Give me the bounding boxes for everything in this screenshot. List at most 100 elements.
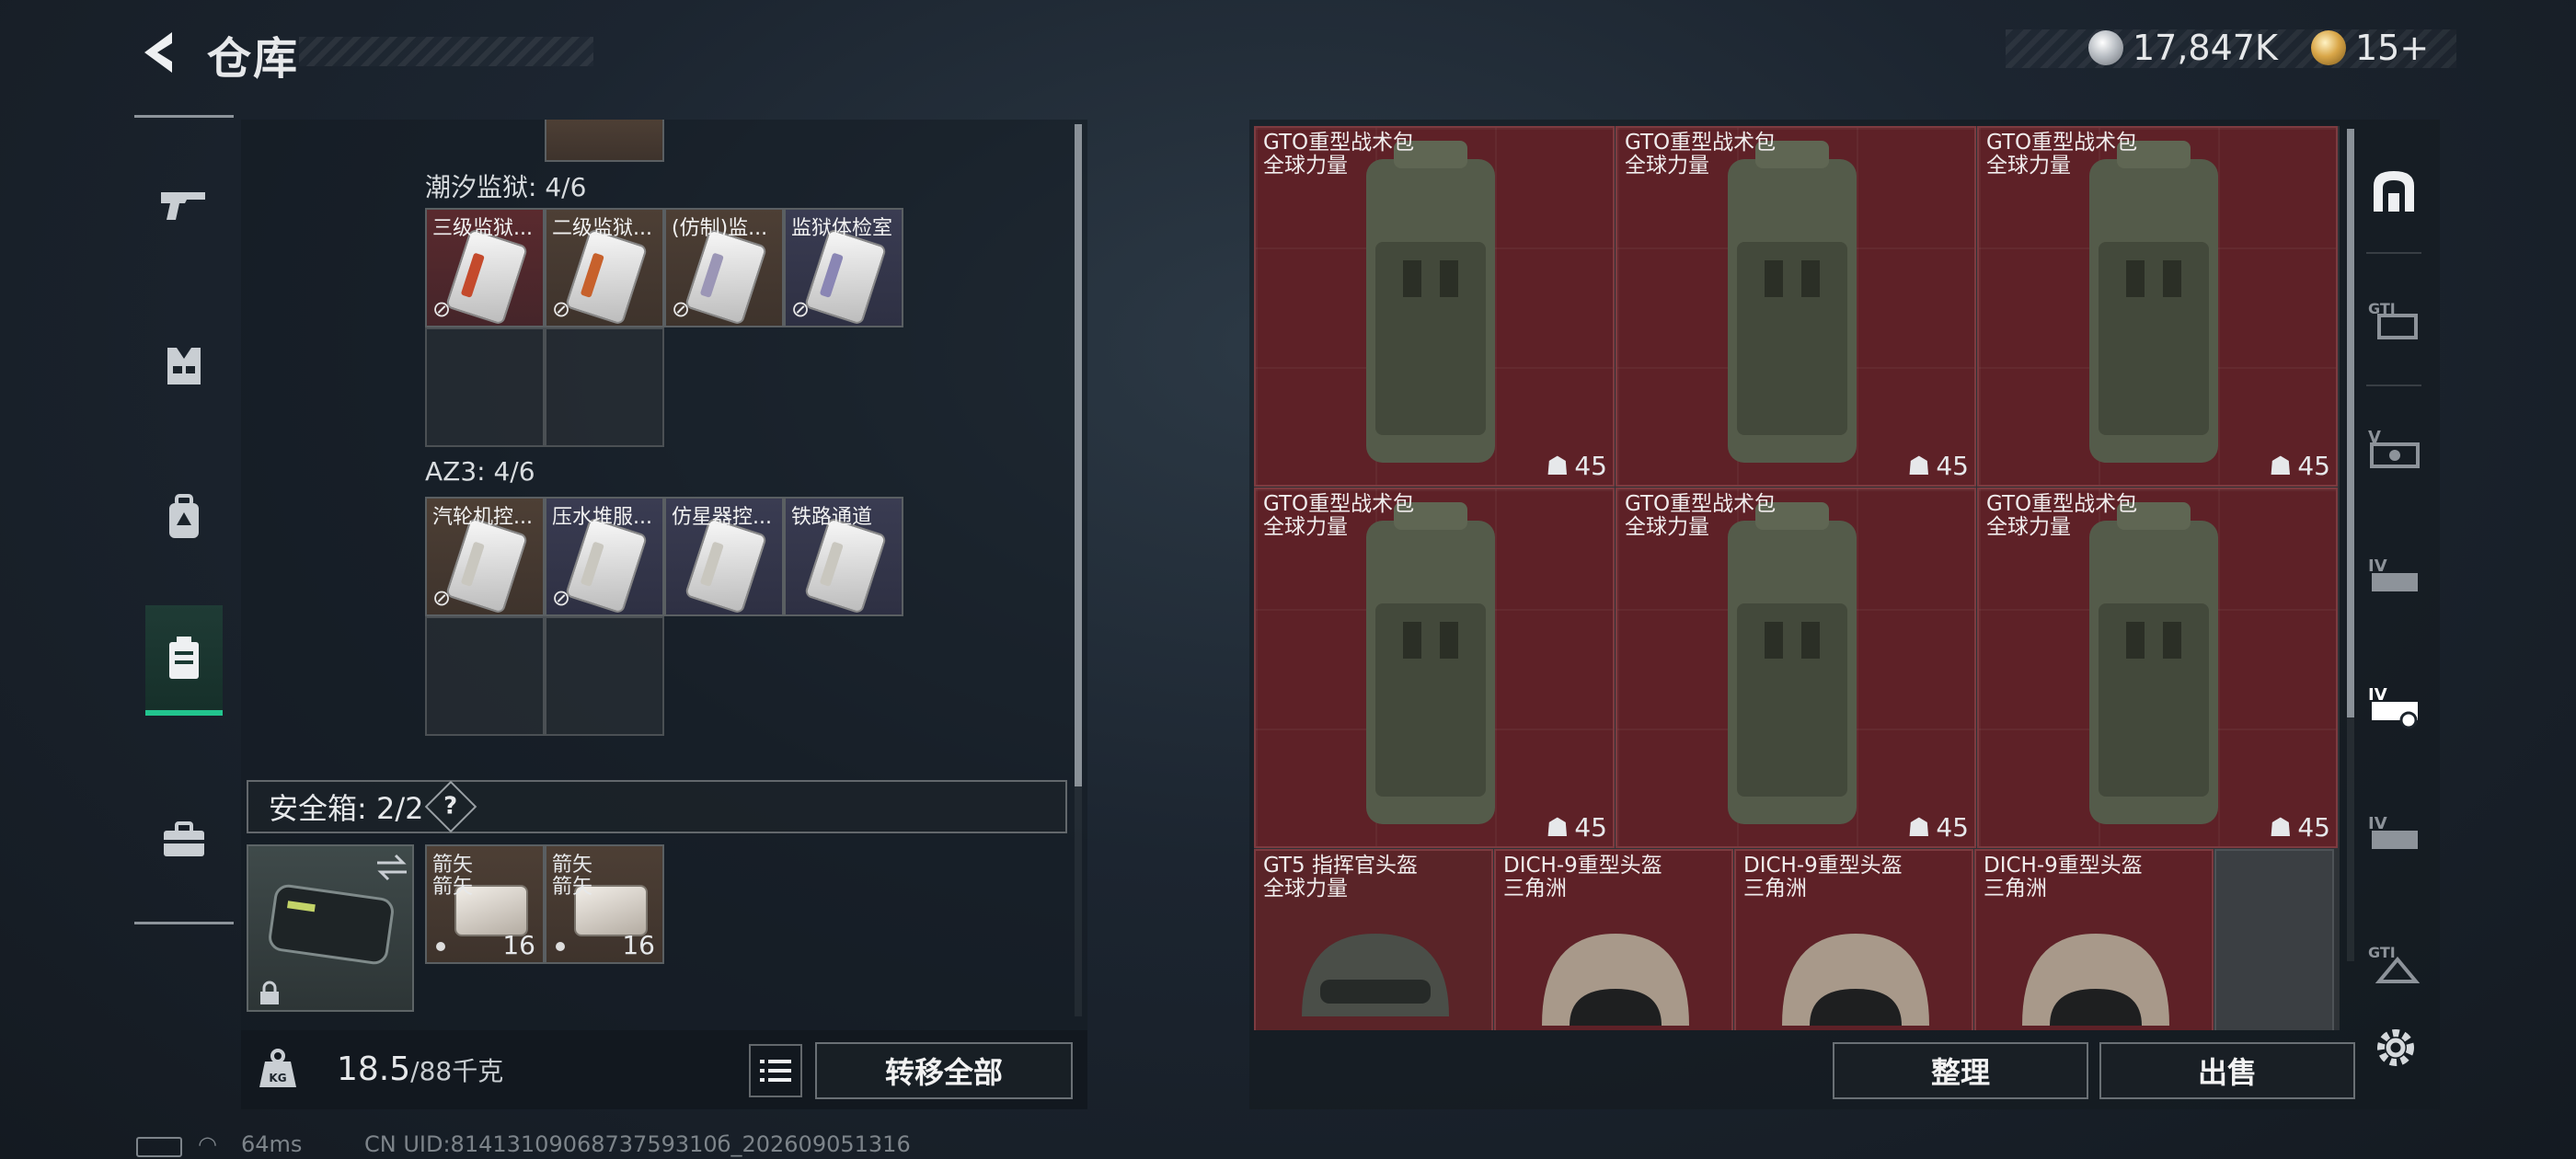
helmet-image — [1782, 934, 1929, 1026]
item-name: GT5 指挥官头盔 全球力量 — [1263, 854, 1418, 901]
safe-box-container[interactable] — [247, 844, 414, 1012]
keycard-image — [444, 517, 529, 614]
sell-button[interactable]: 出售 — [2099, 1042, 2355, 1099]
filter-iv-active[interactable]: IV — [2357, 651, 2431, 762]
inventory-scroll-thumb[interactable] — [2347, 129, 2354, 717]
divider — [2366, 252, 2421, 254]
svg-text:KG: KG — [269, 1072, 286, 1084]
keycard-case-icon — [169, 637, 199, 679]
durability: ☗ 45 — [1546, 812, 1607, 843]
keycard-group-1: 三级监狱... ⊘ 二级监狱... ⊘ (仿制)监... ⊘ 监狱体检室 ⊘ — [425, 208, 913, 451]
keycard-item[interactable]: 压水堆服... ⊘ — [545, 497, 664, 616]
gun-icon — [161, 192, 205, 220]
storage-scroll-thumb[interactable] — [1075, 124, 1082, 786]
list-icon — [760, 1060, 791, 1082]
weight-max: /88千克 — [410, 1056, 504, 1086]
back-button[interactable] — [129, 20, 193, 85]
durability: ☗ 45 — [2269, 451, 2330, 481]
filter-iv[interactable]: IV — [2357, 522, 2431, 633]
iv-tier-active-icon: IV — [2368, 685, 2418, 729]
helmet-image — [2022, 934, 2169, 1026]
ammo-item[interactable]: 箭矢 箭矢 16 — [545, 844, 664, 964]
durability: ☗ 45 — [1907, 451, 1969, 481]
helmet-item[interactable]: GT5 指挥官头盔 全球力量 — [1254, 849, 1493, 1030]
gold-coin-icon — [2311, 30, 2346, 65]
backpack-item[interactable]: GTO重型战术包 全球力量 ☗ 45 — [1977, 488, 2338, 848]
weight-current: 18.5 — [337, 1050, 411, 1088]
ammo-item[interactable]: 箭矢 箭矢 16 — [425, 844, 545, 964]
backpack-item[interactable]: GTO重型战术包 全球力量 ☗ 45 — [1254, 126, 1615, 487]
backpack-image — [2089, 141, 2218, 463]
currency-main: 17,847K — [2088, 28, 2278, 68]
svg-text:IV: IV — [2368, 814, 2387, 833]
filter-gti[interactable]: GTI — [2357, 265, 2431, 375]
no-bind-icon: ⊘ — [432, 296, 452, 322]
keycard-item[interactable]: 监狱体检室 ⊘ — [784, 208, 903, 327]
empty-slot[interactable] — [425, 327, 545, 447]
swap-icon[interactable] — [374, 852, 410, 883]
group-label: AZ3: 4/6 — [425, 456, 535, 487]
filter-v[interactable]: V — [2357, 394, 2431, 504]
currency-secondary-value: 15+ — [2355, 28, 2430, 68]
empty-slot[interactable] — [2214, 849, 2334, 1030]
gti-tier-icon: GTI — [2368, 300, 2418, 339]
gti-tier-icon-2: GTI — [2368, 944, 2421, 983]
keycard-item[interactable]: 汽轮机控... ⊘ — [425, 497, 545, 616]
keycard-image — [684, 228, 768, 326]
backpack-item[interactable]: GTO重型战术包 全球力量 ☗ 45 — [1977, 126, 2338, 487]
keycard-item[interactable]: 铁路通道 — [784, 497, 903, 616]
backpack-item[interactable]: GTO重型战术包 全球力量 ☗ 45 — [1616, 488, 1976, 848]
keycard-image — [444, 228, 529, 326]
keycard-item[interactable]: (仿制)监... ⊘ — [664, 208, 784, 327]
locker-arch-icon — [2374, 171, 2414, 212]
filter-all[interactable] — [2357, 136, 2431, 247]
backpack-image — [2089, 502, 2218, 824]
lock-icon — [260, 981, 279, 1004]
battery-icon — [136, 1137, 182, 1157]
nav-misc[interactable] — [134, 785, 234, 895]
backpack-image — [1366, 502, 1495, 824]
nav-keycards[interactable] — [145, 605, 223, 716]
keycard-image — [564, 517, 649, 614]
inventory-grid[interactable]: GTO重型战术包 全球力量 ☗ 45 GTO重型战术包 全球力量 ☗ 45 GTO重型战… — [1254, 126, 2340, 1030]
settings-gear-icon[interactable] — [2372, 1024, 2420, 1072]
currency-secondary[interactable]: 15+ — [2311, 28, 2429, 68]
iv-tier-icon: IV — [2368, 814, 2418, 849]
filter-iv-2[interactable]: IV — [2357, 780, 2431, 890]
helmet-item[interactable]: DICH-9重型头盔 三角洲 — [1734, 849, 1973, 1030]
helmet-item[interactable]: DICH-9重型头盔 三角洲 — [1974, 849, 2214, 1030]
keycard-image — [803, 517, 888, 614]
svg-text:IV: IV — [2368, 557, 2387, 576]
sort-button[interactable]: 整理 — [1833, 1042, 2088, 1099]
keycard-item[interactable]: 仿星器控... — [664, 497, 784, 616]
back-arrow-icon — [144, 32, 172, 73]
safe-box-header: 安全箱: 2/2 ? — [247, 780, 1067, 833]
no-bind-icon: ⊘ — [552, 585, 571, 611]
backpack-icon — [169, 494, 199, 538]
help-button[interactable]: ? — [425, 780, 477, 833]
empty-slot[interactable] — [425, 616, 545, 736]
helmet-item[interactable]: DICH-9重型头盔 三角洲 — [1494, 849, 1733, 1030]
backpack-item[interactable]: GTO重型战术包 全球力量 ☗ 45 — [1616, 126, 1976, 487]
nav-armor[interactable] — [134, 311, 234, 421]
nav-backpacks[interactable] — [134, 463, 234, 573]
svg-text:GTI: GTI — [2368, 944, 2396, 961]
armor-vest-icon — [167, 348, 201, 384]
list-view-button[interactable] — [749, 1044, 802, 1097]
page-title: 仓库 — [207, 33, 300, 85]
empty-slot[interactable] — [545, 327, 664, 447]
backpack-item[interactable]: GTO重型战术包 全球力量 ☗ 45 — [1254, 488, 1615, 848]
empty-slot[interactable] — [545, 616, 664, 736]
divider — [2366, 384, 2421, 386]
partial-item-cell[interactable] — [545, 120, 664, 162]
keycard-image — [803, 228, 888, 326]
keycard-item[interactable]: 三级监狱... ⊘ — [425, 208, 545, 327]
item-name: GTO重型战术包 全球力量 — [1625, 131, 1777, 178]
transfer-all-button[interactable]: 转移全部 — [815, 1042, 1073, 1099]
nav-weapons[interactable] — [134, 150, 234, 260]
keycard-item[interactable]: 二级监狱... ⊘ — [545, 208, 664, 327]
durability-icon: ☗ — [1907, 451, 1931, 481]
durability: ☗ 45 — [1907, 812, 1969, 843]
filter-gti-2[interactable]: GTI — [2357, 909, 2431, 1019]
keycard-group-2: 汽轮机控... ⊘ 压水堆服... ⊘ 仿星器控... 铁路通道 — [425, 497, 913, 740]
